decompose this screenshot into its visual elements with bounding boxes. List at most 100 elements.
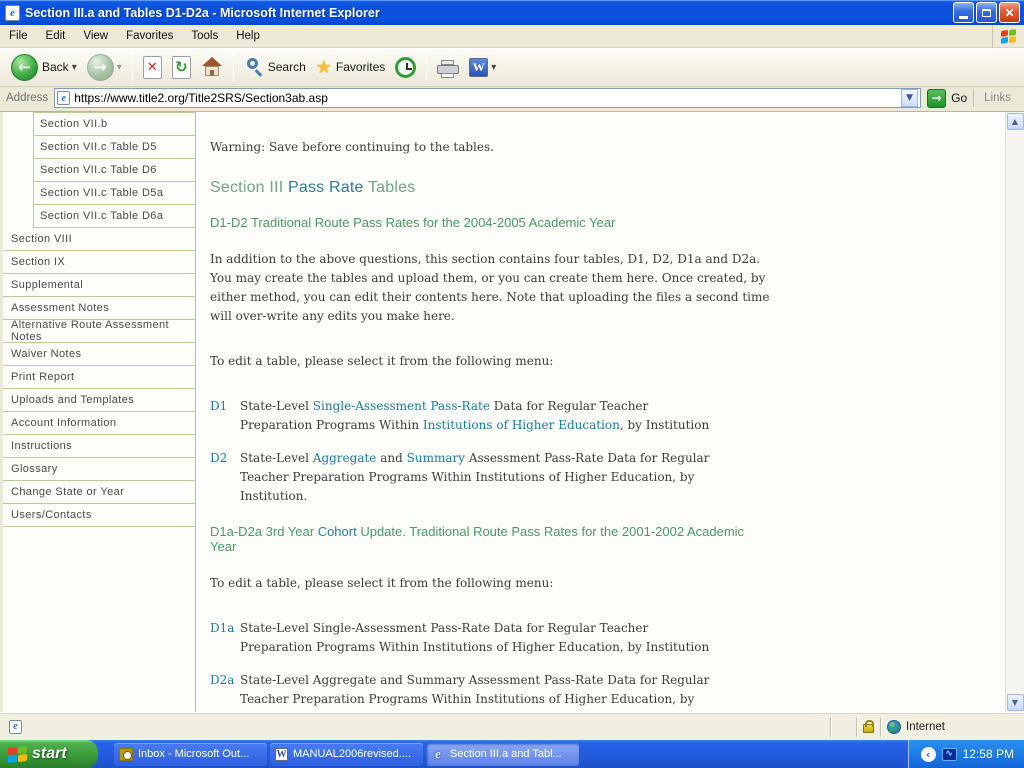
task-ie-section-iiia[interactable]: e Section III.a and Tabl... xyxy=(426,743,579,766)
favorites-button[interactable]: ★ Favorites xyxy=(311,54,391,81)
toolbar-separator xyxy=(426,53,427,81)
sidebar-item-users-contacts[interactable]: Users/Contacts xyxy=(3,504,195,527)
menu-help[interactable]: Help xyxy=(227,27,269,45)
institutions-of-higher-education-link[interactable]: Institutions of Higher Education xyxy=(423,418,620,432)
table-d2a-entry: D2a State-Level Aggregate and Summary As… xyxy=(210,671,770,712)
sidebar-item-supplemental[interactable]: Supplemental xyxy=(3,274,195,297)
task-word-manual[interactable]: W MANUAL2006revised.... xyxy=(270,743,423,766)
minimize-button[interactable] xyxy=(953,2,974,23)
back-button[interactable]: ← Back ▾ xyxy=(6,51,82,84)
menu-bar: File Edit View Favorites Tools Help xyxy=(0,25,1024,48)
single-assessment-pass-rate-link[interactable]: Single-Assessment Pass-Rate xyxy=(313,399,490,413)
refresh-icon: ↻ xyxy=(172,56,191,79)
vertical-scrollbar[interactable]: ▲ ▼ xyxy=(1005,112,1024,712)
forward-dropdown-icon[interactable]: ▾ xyxy=(117,62,122,73)
taskbar: start Inbox - Microsoft Out... W MANUAL2… xyxy=(0,740,1024,768)
menu-edit[interactable]: Edit xyxy=(37,27,75,45)
sidebar-item-section-viic-d5a[interactable]: Section VII.c Table D5a xyxy=(34,182,195,205)
address-input[interactable]: https://www.title2.org/Title2SRS/Section… xyxy=(74,91,901,105)
home-button[interactable] xyxy=(196,54,228,80)
search-label: Search xyxy=(268,60,306,74)
sidebar-item-assessment-notes[interactable]: Assessment Notes xyxy=(3,297,195,320)
address-field[interactable]: e https://www.title2.org/Title2SRS/Secti… xyxy=(54,88,921,108)
edit-with-word-button[interactable]: W ▾ xyxy=(464,55,501,80)
internet-explorer-icon: e xyxy=(431,746,445,762)
address-bar: Address e https://www.title2.org/Title2S… xyxy=(0,87,1024,112)
minimize-icon xyxy=(959,16,968,19)
word-icon: W xyxy=(275,748,288,761)
close-button[interactable]: ✕ xyxy=(999,2,1020,23)
print-button[interactable] xyxy=(432,54,464,81)
sidebar-item-instructions[interactable]: Instructions xyxy=(3,435,195,458)
menu-prompt-2004: To edit a table, please select it from t… xyxy=(210,352,770,371)
windows-flag-icon xyxy=(8,746,27,763)
sidebar-item-uploads-and-templates[interactable]: Uploads and Templates xyxy=(3,389,195,412)
page-icon: e xyxy=(57,91,70,105)
search-button[interactable]: Search xyxy=(239,53,311,81)
restore-button[interactable] xyxy=(976,2,997,23)
sidebar-item-alternative-route-assessment-notes[interactable]: Alternative Route Assessment Notes xyxy=(3,320,195,343)
forward-button[interactable]: → ▾ xyxy=(82,51,127,84)
scroll-down-button[interactable]: ▼ xyxy=(1007,694,1024,711)
toolbar-separator xyxy=(132,53,133,81)
back-label: Back xyxy=(42,60,69,74)
sidebar-item-print-report[interactable]: Print Report xyxy=(3,366,195,389)
sidebar-item-waiver-notes[interactable]: Waiver Notes xyxy=(3,343,195,366)
d1a-link[interactable]: D1a xyxy=(210,619,240,657)
favorites-label: Favorites xyxy=(336,60,385,74)
tray-chevron-icon[interactable]: ‹ xyxy=(921,747,936,762)
d1-link[interactable]: D1 xyxy=(210,397,240,435)
word-dropdown-icon[interactable]: ▾ xyxy=(491,62,496,73)
status-spacer-panel xyxy=(831,717,857,737)
d2a-link[interactable]: D2a xyxy=(210,671,240,712)
scroll-up-button[interactable]: ▲ xyxy=(1007,113,1024,130)
browser-window: e Section III.a and Tables D1-D2a - Micr… xyxy=(0,0,1024,768)
links-toolbar-label[interactable]: Links xyxy=(973,89,1021,107)
page-title: Section III Pass Rate Tables xyxy=(210,179,770,197)
navigation-toolbar: ← Back ▾ → ▾ ✕ ↻ Search ★ Favorites xyxy=(0,48,1024,87)
history-button[interactable] xyxy=(390,54,421,81)
menu-file[interactable]: File xyxy=(0,27,37,45)
sidebar-navigation: Section VII.b Section VII.c Table D5 Sec… xyxy=(3,112,196,712)
forward-icon: → xyxy=(87,54,114,81)
sidebar-item-section-viic-d5[interactable]: Section VII.c Table D5 xyxy=(34,136,195,159)
summary-link[interactable]: Summary xyxy=(407,451,465,465)
intro-paragraph: In addition to the above questions, this… xyxy=(210,250,770,326)
start-button[interactable]: start xyxy=(0,740,98,768)
pass-rate-link[interactable]: Pass Rate xyxy=(288,179,364,196)
sidebar-item-change-state-or-year[interactable]: Change State or Year xyxy=(3,481,195,504)
clock: 12:58 PM xyxy=(963,747,1014,761)
menu-view[interactable]: View xyxy=(74,27,117,45)
table-d1a-entry: D1a State-Level Single-Assessment Pass-R… xyxy=(210,619,770,657)
address-dropdown-button[interactable]: ▼ xyxy=(901,89,918,107)
sidebar-item-account-information[interactable]: Account Information xyxy=(3,412,195,435)
go-arrow-icon: → xyxy=(927,89,946,108)
table-d1-entry: D1 State-Level Single-Assessment Pass-Ra… xyxy=(210,397,770,435)
sidebar-item-section-ix[interactable]: Section IX xyxy=(3,251,195,274)
stop-button[interactable]: ✕ xyxy=(138,53,167,82)
sidebar-item-glossary[interactable]: Glossary xyxy=(3,458,195,481)
warning-text: Warning: Save before continuing to the t… xyxy=(210,138,770,157)
aggregate-link[interactable]: Aggregate xyxy=(313,451,377,465)
cohort-link[interactable]: Cohort xyxy=(318,524,357,539)
back-dropdown-icon[interactable]: ▾ xyxy=(72,62,77,73)
section-2004-heading: D1-D2 Traditional Route Pass Rates for t… xyxy=(210,215,770,230)
go-button[interactable]: → Go xyxy=(921,89,973,108)
menu-tools[interactable]: Tools xyxy=(182,27,227,45)
taskbar-tasks: Inbox - Microsoft Out... W MANUAL2006rev… xyxy=(98,740,908,768)
sidebar-item-section-viii[interactable]: Section VIII xyxy=(3,228,195,251)
status-page-icon: e xyxy=(9,720,22,734)
network-activity-icon[interactable]: ∿ xyxy=(942,748,957,761)
sidebar-item-section-viic-d6a[interactable]: Section VII.c Table D6a xyxy=(34,205,195,228)
outlook-icon xyxy=(119,748,133,761)
d2-link[interactable]: D2 xyxy=(210,449,240,506)
back-icon: ← xyxy=(11,54,38,81)
sidebar-subsection-group: Section VII.b Section VII.c Table D5 Sec… xyxy=(33,112,195,228)
menu-favorites[interactable]: Favorites xyxy=(117,27,182,45)
lock-icon xyxy=(863,724,874,733)
page-content: Section VII.b Section VII.c Table D5 Sec… xyxy=(0,112,1024,712)
sidebar-item-section-viic-d6[interactable]: Section VII.c Table D6 xyxy=(34,159,195,182)
refresh-button[interactable]: ↻ xyxy=(167,53,196,82)
sidebar-item-section-viib[interactable]: Section VII.b xyxy=(34,113,195,136)
task-outlook-inbox[interactable]: Inbox - Microsoft Out... xyxy=(114,743,267,766)
